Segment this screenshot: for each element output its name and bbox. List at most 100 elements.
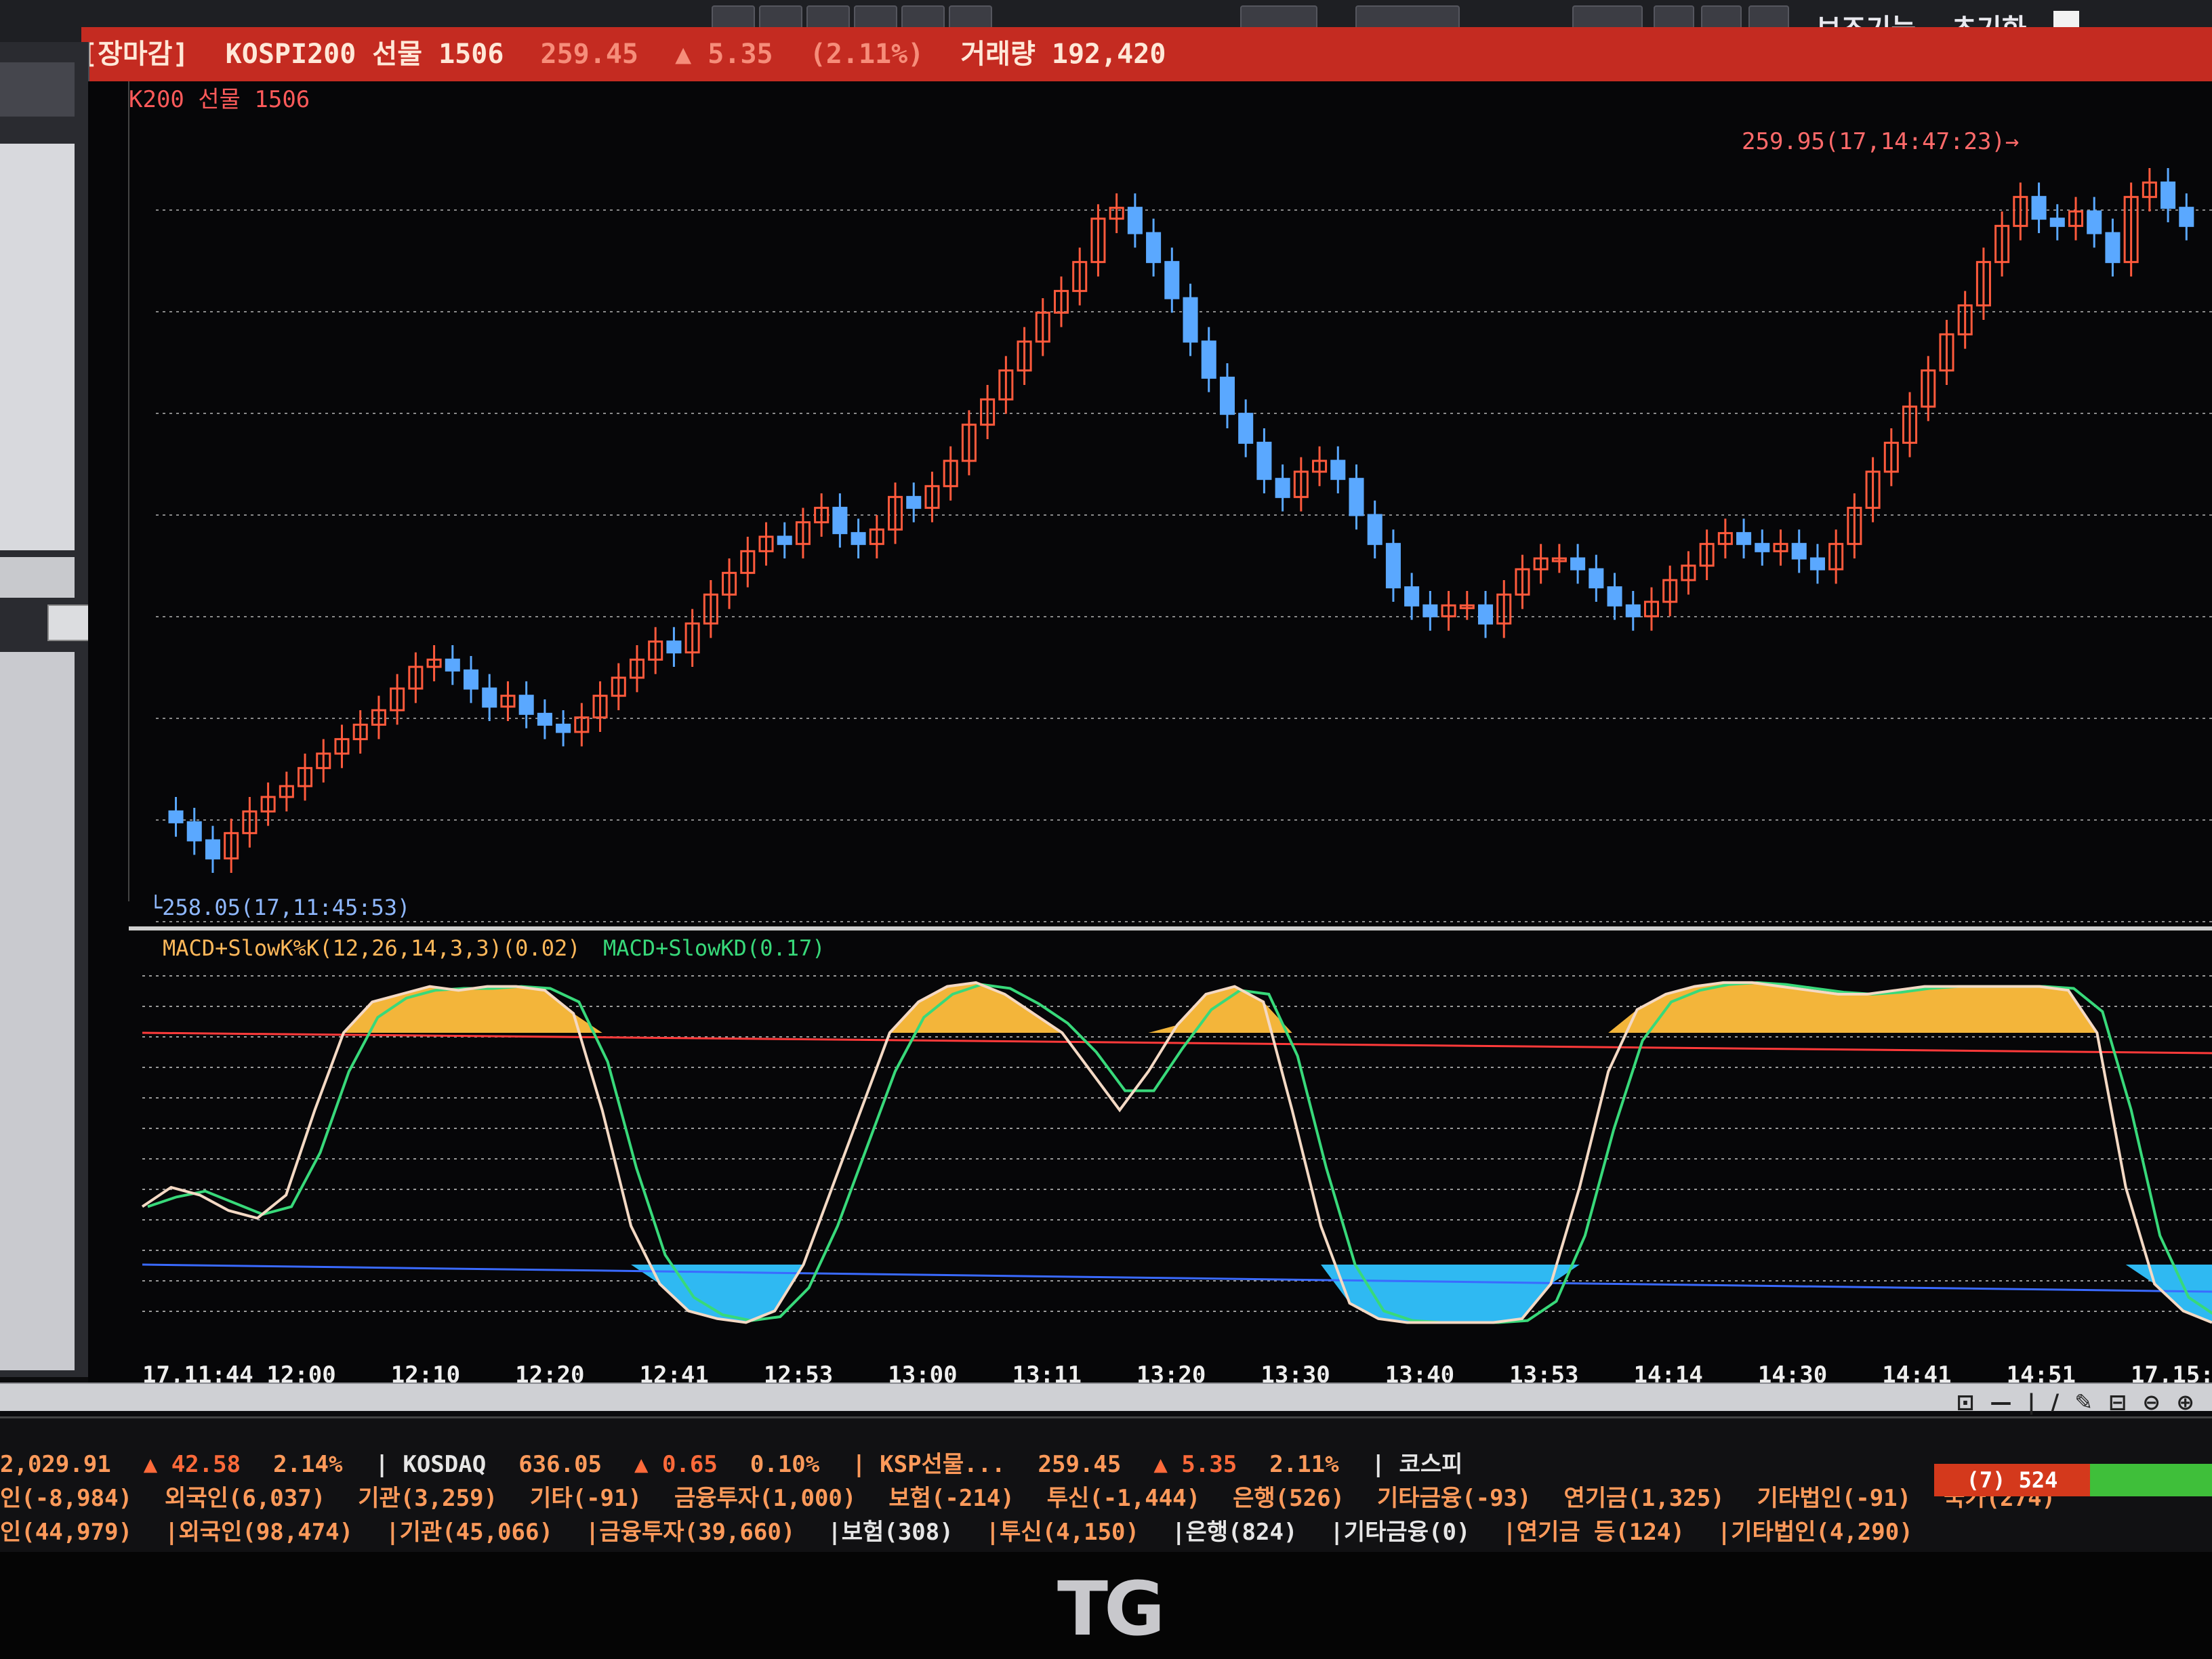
candle-body	[168, 810, 184, 823]
candle-body	[1791, 543, 1807, 560]
candle-body	[906, 495, 922, 509]
ticker-item: 연기금(1,325)	[1563, 1485, 1725, 1512]
candle-body	[1589, 568, 1604, 589]
ticker-item: 은행(526)	[1233, 1485, 1345, 1512]
candle-body	[1736, 532, 1752, 546]
candle-body	[482, 687, 497, 708]
candle-body	[1625, 604, 1641, 617]
ticker-item: |외국인(98,474)	[165, 1519, 354, 1546]
indicator-d-label: MACD+SlowKD(0.17)	[603, 935, 825, 961]
candle-body	[1201, 340, 1216, 379]
chart-area[interactable]: K200 선물 1506 259.95(17,14:47:23)→ └258.0…	[88, 81, 2212, 1396]
candle-body	[518, 695, 534, 715]
candle-body	[2031, 196, 2047, 220]
slow-k-line	[141, 981, 2212, 1324]
candle-body	[445, 658, 460, 672]
ticker-item: 외국인(6,037)	[165, 1485, 326, 1512]
candle-body	[2160, 181, 2176, 209]
ticker-item: 인(-8,984)	[0, 1485, 133, 1512]
ticker-item: | KSP선물...	[852, 1451, 1006, 1478]
candle-body	[1238, 413, 1254, 444]
ticker-item: 기타법인(-91)	[1757, 1485, 1912, 1512]
ticker-item: ▲ 42.58	[143, 1451, 241, 1478]
ticker-item: |투신(4,150)	[985, 1519, 1139, 1546]
current-price: 259.45	[540, 39, 639, 70]
ticker-item: |은행(824)	[1172, 1519, 1298, 1546]
candle-body	[832, 506, 848, 535]
candle-body	[1755, 543, 1770, 552]
candle-body	[1404, 586, 1420, 607]
ticker-row-1: 2,029.91 ▲ 42.58 2.14% | KOSDAQ 636.05 ▲ 0.65…	[0, 1446, 1495, 1478]
candle-body	[2049, 218, 2065, 227]
instrument-chart-label: K200 선물 1506	[129, 86, 310, 113]
ticker-item: | 코스피	[1371, 1451, 1463, 1478]
ticker-item: 0.10%	[750, 1451, 820, 1478]
scroll-up-button[interactable]	[47, 605, 91, 641]
left-panel-lower	[0, 652, 75, 1370]
ticker-item: |기타금융(0)	[1330, 1519, 1471, 1546]
ticker-item: ▲ 0.65	[634, 1451, 718, 1478]
instrument-info-bar: [장마감] KOSPI200 선물 1506 259.45 ▲ 5.35 (2.…	[81, 27, 2212, 81]
candle-body	[1275, 478, 1290, 498]
candle-body	[1164, 261, 1180, 300]
candle-body	[1219, 376, 1235, 415]
candle-body	[1367, 514, 1382, 546]
indicator-k-label: MACD+SlowK%K(12,26,14,3,3)(0.02)	[163, 935, 581, 961]
ticker-item: |기관(45,066)	[386, 1519, 553, 1546]
chart-bottom-tools[interactable]: ⊡ — | / ✎ ⊟ ⊖ ⊕	[1957, 1389, 2198, 1415]
ticker-item: 636.05	[518, 1451, 602, 1478]
ticker-item: | KOSDAQ	[375, 1451, 487, 1478]
high-price-label: 259.95(17,14:47:23)→	[1742, 128, 2019, 155]
candle-body	[1183, 297, 1198, 343]
oversold-fill-area	[142, 1265, 2212, 1323]
ticker-item: 기타(-91)	[530, 1485, 642, 1512]
candle-body	[463, 669, 479, 690]
left-panel-white-area-2	[0, 557, 75, 598]
candle-body	[1607, 586, 1622, 607]
candle-body	[1809, 557, 1825, 571]
ticker-item: |금융투자(39,660)	[585, 1519, 796, 1546]
monitor-brand-logo: TG	[1057, 1565, 1165, 1652]
ticker-item: 2,029.91	[0, 1451, 111, 1478]
instrument-name: KOSPI200 선물 1506	[225, 39, 504, 70]
candle-body	[556, 723, 571, 733]
ticker-item: 259.45	[1038, 1451, 1122, 1478]
candle-body	[2105, 232, 2121, 264]
ticker-item: 보험(-214)	[888, 1485, 1015, 1512]
candle-body	[851, 532, 866, 546]
candle-body	[1349, 478, 1364, 516]
ticker-item: 인(44,979)	[0, 1519, 133, 1546]
candle-body	[1256, 441, 1272, 480]
candle-body	[205, 839, 220, 860]
candle-body	[1146, 232, 1162, 264]
candle-body	[1127, 207, 1143, 234]
candle-body	[1422, 604, 1438, 617]
lower-level-line	[142, 1263, 2212, 1293]
ticker-row-3: 인(44,979) |외국인(98,474) |기관(45,066) |금융투자(39…	[0, 1513, 1946, 1546]
ticker-item: |보험(308)	[827, 1519, 954, 1546]
ticker-item: 기타금융(-93)	[1377, 1485, 1532, 1512]
candle-body	[2179, 207, 2194, 227]
market-ticker: 2,029.91 ▲ 42.58 2.14% | KOSDAQ 636.05 ▲ 0.65…	[0, 1416, 2212, 1554]
slow-d-line	[147, 981, 2212, 1324]
left-panel-white-area	[0, 144, 75, 550]
chart-scrollbar[interactable]	[0, 1382, 2212, 1411]
ticker-item: ▲ 5.35	[1153, 1451, 1237, 1478]
candle-body	[666, 640, 682, 654]
candle-body	[2087, 210, 2102, 234]
candle-body	[1477, 604, 1494, 625]
low-price-label: └258.05(17,11:45:53)	[149, 894, 410, 920]
session-status: [장마감]	[81, 39, 189, 70]
ticker-item: 기관(3,259)	[358, 1485, 498, 1512]
ticker-badge: (7) 524	[1934, 1464, 2090, 1496]
ticker-row-2: 인(-8,984) 외국인(6,037) 기관(3,259) 기타(-91) 금융투자(…	[0, 1479, 2088, 1512]
price-change-pct: (2.11%)	[809, 39, 924, 70]
candle-body	[1330, 459, 1346, 480]
candle-body	[1570, 557, 1586, 571]
candle-body	[777, 535, 792, 546]
ticker-item: |기타법인(4,290)	[1717, 1519, 1913, 1546]
volume: 거래량 192,420	[960, 39, 1166, 70]
upper-level-line	[142, 1031, 2212, 1054]
ticker-item: 금융투자(1,000)	[674, 1485, 857, 1512]
left-panel-block	[0, 62, 75, 117]
